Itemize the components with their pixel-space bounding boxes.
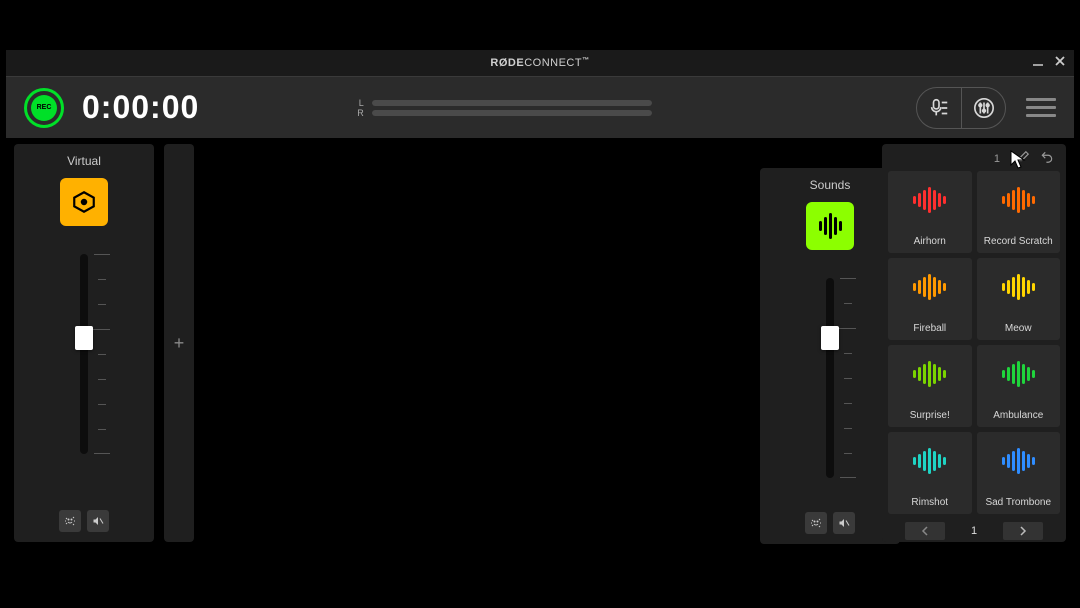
brand-name: RØDE	[490, 57, 524, 69]
mixer-settings-button[interactable]	[961, 88, 1005, 128]
sound-pad-label: Airhorn	[914, 236, 946, 247]
channel-sounds: Sounds	[760, 168, 900, 544]
header-bar: REC 0:00:00 L R	[6, 76, 1074, 138]
mouse-cursor-icon	[1010, 150, 1026, 170]
record-button[interactable]: REC	[24, 88, 64, 128]
window-titlebar: RØDECONNECT™	[6, 50, 1074, 76]
sound-bank-next-button[interactable]	[1003, 522, 1043, 540]
sound-bank-number: 1	[994, 153, 1000, 165]
virtual-solo-button[interactable]	[59, 510, 81, 532]
app-title: RØDECONNECT™	[490, 57, 589, 69]
sound-pad-label: Sad Trombone	[985, 497, 1051, 508]
sound-pad[interactable]: Meow	[977, 258, 1061, 340]
sound-bank-page: 1	[971, 525, 977, 537]
sound-pad-label: Record Scratch	[984, 236, 1053, 247]
wave-icon	[1002, 448, 1035, 474]
sound-pad-label: Meow	[1005, 323, 1032, 334]
window-minimize-button[interactable]	[1028, 52, 1048, 70]
wave-icon	[1002, 274, 1035, 300]
sound-pad-label: Ambulance	[993, 410, 1043, 421]
sounds-fader[interactable]	[800, 278, 860, 512]
channel-virtual-label: Virtual	[67, 154, 101, 168]
add-channel-button[interactable]: +	[164, 144, 194, 542]
channel-sounds-label: Sounds	[810, 178, 851, 192]
sound-pad[interactable]: Rimshot	[888, 432, 972, 514]
sound-pad[interactable]: Airhorn	[888, 171, 972, 253]
sound-pad[interactable]: Ambulance	[977, 345, 1061, 427]
meter-left	[372, 100, 652, 106]
sound-pad[interactable]: Sad Trombone	[977, 432, 1061, 514]
sound-pad-label: Fireball	[913, 323, 946, 334]
virtual-mute-button[interactable]	[87, 510, 109, 532]
sound-bank-prev-button[interactable]	[905, 522, 945, 540]
trademark: ™	[582, 57, 590, 64]
sound-pad[interactable]: Surprise!	[888, 345, 972, 427]
channel-virtual: Virtual	[14, 144, 154, 542]
sounds-mute-button[interactable]	[833, 512, 855, 534]
meter-right	[372, 110, 652, 116]
wave-icon	[1002, 187, 1035, 213]
sounds-channel-icon[interactable]	[806, 202, 854, 250]
sounds-solo-button[interactable]	[805, 512, 827, 534]
wave-icon	[1002, 361, 1035, 387]
sounds-fader-knob[interactable]	[821, 326, 839, 350]
menu-button[interactable]	[1026, 93, 1056, 123]
meter-label-right: R	[357, 108, 364, 118]
recording-timer: 0:00:00	[82, 89, 199, 126]
master-level-meters	[372, 100, 652, 116]
wave-icon	[819, 213, 842, 239]
sound-pads-panel: 1 Airhorn Record Scratch Fireball Meow Surpr…	[882, 144, 1066, 542]
wave-icon	[913, 274, 946, 300]
record-label: REC	[31, 95, 57, 121]
virtual-fader-knob[interactable]	[75, 326, 93, 350]
virtual-channel-icon[interactable]	[60, 178, 108, 226]
undo-icon[interactable]	[1040, 150, 1054, 167]
meter-label-left: L	[357, 98, 364, 108]
wave-icon	[913, 448, 946, 474]
sound-pad-label: Rimshot	[911, 497, 948, 508]
sound-pad-label: Surprise!	[910, 410, 950, 421]
sound-pad[interactable]: Record Scratch	[977, 171, 1061, 253]
wave-icon	[913, 361, 946, 387]
sound-pad[interactable]: Fireball	[888, 258, 972, 340]
plus-icon: +	[174, 333, 185, 354]
mic-list-button[interactable]	[917, 88, 961, 128]
wave-icon	[913, 187, 946, 213]
window-close-button[interactable]	[1050, 52, 1070, 70]
product-name: CONNECT	[524, 57, 582, 69]
virtual-fader[interactable]	[54, 254, 114, 510]
